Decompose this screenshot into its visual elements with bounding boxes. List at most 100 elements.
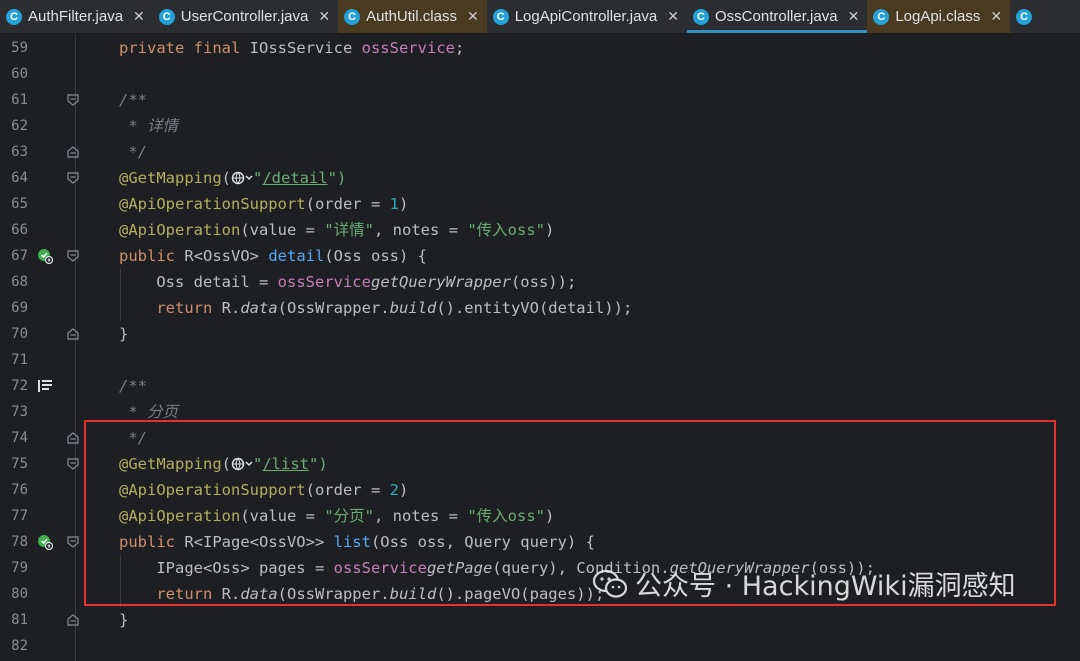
code-line[interactable]: 70} (0, 321, 1080, 347)
code-token: (Oss oss) { (324, 247, 427, 265)
code-text[interactable]: @ApiOperation(value = "详情", notes = "传入o… (119, 217, 554, 243)
code-line[interactable]: 71 (0, 347, 1080, 373)
class-file-icon: C (158, 8, 175, 25)
tab-label: AuthFilter.java (28, 8, 124, 25)
endpoint-run-icon[interactable] (37, 534, 53, 550)
line-number: 67 (11, 248, 28, 264)
close-icon[interactable]: ✕ (990, 8, 1002, 25)
code-line[interactable]: 69 return R.data(OssWrapper.build().enti… (0, 295, 1080, 321)
wechat-icon (593, 569, 627, 598)
line-number: 72 (11, 378, 28, 394)
code-token: build (389, 299, 437, 317)
fold-icon[interactable] (67, 94, 79, 106)
editor-tab[interactable]: C AuthFilter.java ✕ (0, 0, 153, 33)
line-number: 69 (11, 300, 28, 316)
fold-end-icon[interactable] (67, 614, 79, 626)
class-file-icon: C (873, 8, 890, 25)
code-line[interactable]: 60 (0, 61, 1080, 87)
class-file-icon: C (492, 8, 509, 25)
code-line[interactable]: 67 public R<OssVO> detail(Oss oss) { (0, 243, 1080, 269)
fold-icon[interactable] (67, 458, 79, 470)
fold-end-icon[interactable] (67, 146, 79, 158)
code-line[interactable]: 68 Oss detail = ossServicegetQueryWrappe… (0, 269, 1080, 295)
tab-label: LogApi.class (895, 8, 981, 25)
class-file-icon: C (6, 8, 22, 25)
code-line[interactable]: 63 */ (0, 139, 1080, 165)
code-text[interactable]: public R<OssVO> detail(Oss oss) { (119, 243, 427, 269)
line-number: 77 (11, 508, 28, 524)
code-token: Oss detail = (156, 273, 278, 291)
code-token: (OssWrapper. (277, 299, 390, 317)
endpoint-run-icon[interactable] (37, 248, 53, 264)
code-token: (value = (240, 221, 325, 239)
line-number: 80 (11, 586, 28, 602)
code-line[interactable]: 64 @GetMapping("/detail") (0, 165, 1080, 191)
editor-tab[interactable]: C LogApi.class ✕ (867, 0, 1011, 33)
code-token: (oss)); (510, 273, 577, 291)
editor-tab[interactable]: C LogApiController.java ✕ (487, 0, 687, 33)
globe-icon[interactable] (231, 171, 253, 185)
close-icon[interactable]: ✕ (133, 8, 145, 25)
fold-end-icon[interactable] (67, 328, 79, 340)
code-line[interactable]: 65 @ApiOperationSupport(order = 1) (0, 191, 1080, 217)
code-line[interactable]: 81} (0, 607, 1080, 633)
code-text[interactable]: private final IOssService ossService; (119, 35, 464, 61)
code-token: private final (119, 39, 250, 57)
code-line[interactable]: 82 (0, 633, 1080, 659)
code-token: R. (221, 299, 241, 317)
line-number: 62 (11, 118, 28, 134)
close-icon[interactable]: ✕ (848, 8, 860, 25)
class-file-icon: C (693, 8, 710, 25)
editor-tab[interactable]: C OssController.java ✕ (687, 0, 868, 33)
line-number: 73 (11, 404, 28, 420)
line-number: 78 (11, 534, 28, 550)
code-text[interactable]: Oss detail = ossServicegetQueryWrapper(o… (119, 269, 576, 295)
class-file-icon: C (1016, 8, 1033, 25)
code-text[interactable]: /** (119, 373, 147, 399)
tab-label: LogApiController.java (514, 8, 658, 25)
editor-tab[interactable]: C (1010, 0, 1046, 33)
code-line[interactable]: 59 private final IOssService ossService; (0, 35, 1080, 61)
code-text[interactable]: * 详情 (119, 113, 178, 139)
code-line[interactable]: 61 /** (0, 87, 1080, 113)
code-token: , notes = (374, 221, 468, 239)
code-token: 1 (389, 195, 399, 213)
code-text[interactable]: */ (119, 139, 147, 165)
code-token: /** (119, 377, 147, 395)
code-token: * 详情 (119, 117, 178, 135)
line-number: 70 (11, 326, 28, 342)
code-text[interactable]: @ApiOperationSupport(order = 1) (119, 191, 408, 217)
code-text[interactable]: return R.data(OssWrapper.build().entityV… (119, 295, 632, 321)
tab-label: AuthUtil.class (366, 8, 457, 25)
tab-label: UserController.java (180, 8, 309, 25)
code-line[interactable]: 72 /** (0, 373, 1080, 399)
line-number: 61 (11, 92, 28, 108)
close-icon[interactable]: ✕ (467, 8, 479, 25)
code-text[interactable]: } (119, 321, 128, 347)
code-text[interactable]: } (119, 607, 128, 633)
code-token: data (240, 299, 278, 317)
watermark: 公众号 · HackingWiki漏洞感知 (593, 564, 1016, 603)
code-token: } (119, 611, 129, 629)
fold-icon[interactable] (67, 172, 79, 184)
close-icon[interactable]: ✕ (667, 8, 679, 25)
tab-label: OssController.java (715, 8, 838, 25)
code-token: ; (454, 39, 465, 57)
code-token: ") (327, 169, 347, 187)
fold-icon[interactable] (67, 250, 79, 262)
editor-tab[interactable]: C UserController.java ✕ (153, 0, 338, 33)
line-number: 75 (11, 456, 28, 472)
line-number: 71 (11, 352, 28, 368)
code-line[interactable]: 66 @ApiOperation(value = "详情", notes = "传… (0, 217, 1080, 243)
rendered-doc-icon[interactable] (37, 378, 53, 394)
close-icon[interactable]: ✕ (318, 8, 330, 25)
code-text[interactable]: /** (119, 87, 147, 113)
fold-icon[interactable] (67, 536, 79, 548)
fold-end-icon[interactable] (67, 432, 79, 444)
code-token: @ApiOperation (119, 221, 241, 239)
code-line[interactable]: 62 * 详情 (0, 113, 1080, 139)
editor-tab[interactable]: C AuthUtil.class ✕ (338, 0, 487, 33)
code-text[interactable]: @GetMapping("/detail") (119, 165, 346, 191)
line-number: 81 (11, 612, 28, 628)
code-token: /** (119, 91, 147, 109)
